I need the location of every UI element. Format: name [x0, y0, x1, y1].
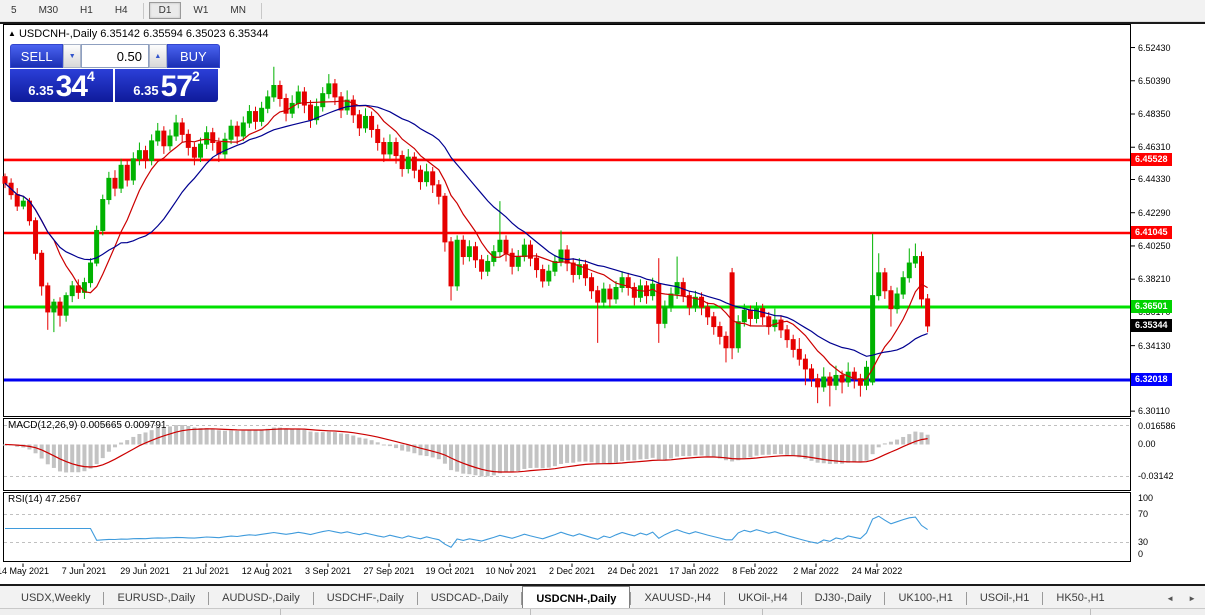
volume-decrease-button[interactable]: ▼ [63, 44, 81, 68]
price-tick-label: 6.42290 [1138, 207, 1171, 218]
buy-price-pip: 2 [191, 68, 200, 84]
window-border [0, 22, 1205, 24]
buy-price-display[interactable]: 6.35 57 2 [115, 69, 218, 102]
buy-button[interactable]: BUY [166, 44, 220, 68]
date-label: 21 Jul 2021 [182, 566, 230, 576]
toolbar-separator [142, 2, 144, 19]
chart-tab-xauusd[interactable]: XAUUSD-,H4 [631, 586, 724, 610]
price-tick-label: 6.30110 [1138, 406, 1170, 417]
status-strip-divider [1090, 609, 1091, 615]
date-label: 12 Aug 2021 [241, 566, 293, 576]
macd-indicator-label: MACD(12,26,9) 0.005665 0.009791 [8, 420, 167, 431]
price-level-badge: 6.41045 [1131, 226, 1172, 239]
date-label: 14 May 2021 [0, 566, 50, 576]
collapse-triangle-icon: ▲ [8, 29, 16, 38]
timeframe-button-m30[interactable]: M30 [29, 2, 68, 19]
price-tick-label: 6.40250 [1138, 240, 1171, 251]
tab-scroll-arrows: ◄ ► [1159, 586, 1205, 610]
chart-tab-usdx[interactable]: USDX,Weekly [8, 586, 103, 610]
macd-axis-label: 0.00 [1138, 439, 1156, 449]
price-level-badge: 6.32018 [1131, 373, 1172, 387]
date-label: 3 Sep 2021 [304, 566, 352, 576]
macd-axis-label: 0.016586 [1138, 421, 1176, 431]
sell-price-pip: 4 [86, 68, 95, 84]
date-label: 7 Jun 2021 [61, 566, 107, 576]
sell-price-small: 6.35 [28, 83, 54, 98]
timeframe-button-w1[interactable]: W1 [183, 2, 218, 19]
price-tick-label: 6.38210 [1138, 274, 1171, 285]
price-tick-label: 6.34130 [1138, 340, 1171, 351]
volume-increase-button[interactable]: ▲ [149, 44, 167, 68]
volume-input[interactable] [81, 44, 149, 68]
timeframe-button-h1[interactable]: H1 [70, 2, 103, 19]
date-label: 29 Jun 2021 [120, 566, 170, 576]
chart-tab-usdcnh[interactable]: USDCNH-,Daily [522, 586, 631, 610]
rsi-axis-label: 30 [1138, 537, 1149, 547]
chart-ohlc-values: 6.35142 6.35594 6.35023 6.35344 [100, 28, 269, 40]
chart-tab-bar: USDX,Weekly EURUSD-,Daily AUDUSD-,Daily USD… [0, 584, 1205, 610]
one-click-trading-widget: SELL ▼ ▲ BUY 6.35 34 4 6.35 57 2 [10, 44, 220, 102]
chart-tab-ukoil[interactable]: UKOil-,H4 [725, 586, 801, 610]
sell-price-big: 34 [55, 70, 88, 103]
toolbar-separator [260, 2, 262, 19]
timeframe-button-h4[interactable]: H4 [105, 2, 138, 19]
status-strip-divider [762, 609, 763, 615]
chart-tab-eurusd[interactable]: EURUSD-,Daily [104, 586, 208, 610]
date-label: 17 Jan 2022 [669, 566, 719, 576]
status-strip-divider [280, 609, 281, 615]
chart-title: ▲ USDCNH-,Daily 6.35142 6.35594 6.35023 … [8, 28, 269, 40]
date-label: 19 Oct 2021 [425, 566, 475, 576]
chart-tab-hk50[interactable]: HK50-,H1 [1043, 586, 1117, 610]
tab-scroll-left-icon[interactable]: ◄ [1159, 594, 1181, 603]
status-strip [0, 608, 1205, 615]
timeframe-button-mn[interactable]: MN [220, 2, 256, 19]
rsi-indicator-label: RSI(14) 47.2567 [8, 494, 82, 505]
chart-tab-uk100[interactable]: UK100-,H1 [885, 586, 965, 610]
tab-scroll-right-icon[interactable]: ► [1181, 594, 1203, 603]
buy-price-small: 6.35 [133, 83, 159, 98]
price-tick-label: 6.52430 [1138, 42, 1171, 53]
price-tick-label: 6.46310 [1138, 142, 1171, 153]
chart-symbol-label: USDCNH-,Daily [18, 28, 98, 40]
chart-tab-usdcad[interactable]: USDCAD-,Daily [418, 586, 522, 610]
date-label: 24 Dec 2021 [607, 566, 659, 576]
price-level-badge: 6.36501 [1131, 300, 1172, 314]
timeframe-toolbar: 5 M30 H1 H4 D1 W1 MN [0, 0, 1205, 22]
chart-tab-dj30[interactable]: DJ30-,Daily [802, 586, 885, 610]
sell-button[interactable]: SELL [10, 44, 64, 68]
date-label: 2 Dec 2021 [548, 566, 596, 576]
date-label: 24 Mar 2022 [851, 566, 903, 576]
macd-axis-label: -0.03142 [1138, 471, 1174, 481]
date-label: 8 Feb 2022 [732, 566, 778, 576]
buy-price-big: 57 [160, 70, 193, 103]
price-level-badge: 6.45528 [1131, 152, 1172, 166]
timeframe-button-d1[interactable]: D1 [148, 2, 182, 19]
price-tick-label: 6.44330 [1138, 174, 1171, 185]
rsi-axis-label: 100 [1138, 493, 1154, 503]
date-label: 2 Mar 2022 [793, 566, 839, 576]
timeframe-button-5[interactable]: 5 [1, 2, 27, 19]
trading-platform-window: 5 M30 H1 H4 D1 W1 MN ▲ USDCNH-,Daily 6.35142 6… [0, 0, 1205, 615]
sell-price-display[interactable]: 6.35 34 4 [10, 69, 113, 102]
status-strip-divider [530, 609, 531, 615]
chart-tab-usdchf[interactable]: USDCHF-,Daily [314, 586, 417, 610]
date-label: 27 Sep 2021 [363, 566, 415, 576]
price-tick-label: 6.48350 [1138, 109, 1171, 119]
chart-tab-usoil[interactable]: USOil-,H1 [967, 586, 1043, 610]
rsi-axis-label: 70 [1138, 509, 1149, 519]
rsi-axis-label: 0 [1138, 549, 1144, 559]
price-level-badge: 6.35344 [1131, 318, 1172, 332]
chart-tab-audusd[interactable]: AUDUSD-,Daily [209, 586, 313, 610]
date-label: 10 Nov 2021 [485, 566, 537, 576]
price-tick-label: 6.50390 [1138, 75, 1171, 86]
